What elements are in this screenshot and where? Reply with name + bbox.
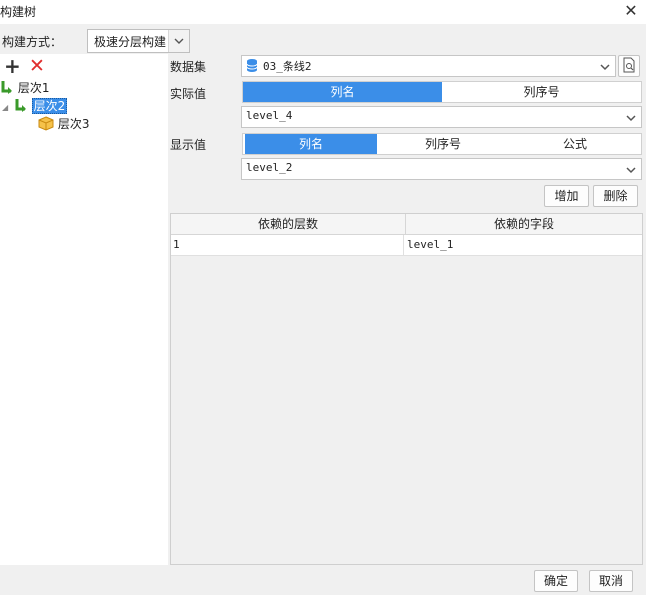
column-header-level[interactable]: 依赖的层数	[171, 214, 406, 235]
tree-node-label: 层次2	[31, 98, 68, 114]
actual-value-field-select[interactable]: level_4	[241, 106, 642, 128]
tab-column-index[interactable]: 列序号	[377, 134, 509, 154]
display-value-type-switch: 列名 列序号 公式	[242, 133, 642, 155]
close-icon[interactable]: ✕	[623, 0, 639, 22]
add-level-icon[interactable]: +	[4, 56, 21, 76]
column-header-field[interactable]: 依赖的字段	[406, 214, 642, 235]
tab-column-name[interactable]: 列名	[245, 134, 377, 154]
database-icon	[245, 58, 259, 76]
tab-column-name[interactable]: 列名	[243, 82, 442, 102]
delete-dependency-button[interactable]: 删除	[593, 185, 638, 207]
dataset-preview-button[interactable]	[618, 55, 640, 77]
ok-button[interactable]: 确定	[534, 570, 578, 592]
actual-value-field: level_4	[246, 109, 293, 122]
dataset-label: 数据集	[170, 60, 207, 74]
dataset-select[interactable]: 03_条线2	[241, 55, 616, 77]
display-value-field-select[interactable]: level_2	[241, 158, 642, 180]
table-row[interactable]: 1 level_1	[171, 235, 642, 256]
build-mode-select[interactable]: 极速分层构建	[87, 29, 190, 53]
tree-node-level-1[interactable]: 层次1	[0, 80, 49, 96]
tab-column-index[interactable]: 列序号	[442, 82, 641, 102]
display-value-field: level_2	[246, 161, 293, 174]
tree-node-level-3[interactable]: 层次3	[38, 116, 89, 132]
actual-value-type-switch: 列名 列序号	[242, 81, 642, 103]
tab-formula[interactable]: 公式	[509, 134, 641, 154]
cell-level[interactable]: 1	[173, 235, 404, 255]
display-value-label: 显示值	[170, 138, 207, 152]
level-icon	[0, 81, 18, 95]
tree-node-label: 层次3	[57, 117, 90, 131]
chevron-down-icon[interactable]	[625, 164, 637, 178]
delete-level-icon[interactable]: ✕	[29, 57, 45, 76]
chevron-down-icon[interactable]	[625, 112, 637, 126]
chevron-down-icon[interactable]	[599, 61, 611, 75]
dependency-table: 依赖的层数 依赖的字段 1 level_1	[170, 213, 643, 565]
cube-icon	[38, 116, 58, 131]
expand-toggle-icon[interactable]: ◢	[2, 100, 10, 116]
actual-value-label: 实际值	[170, 87, 207, 101]
preview-icon	[622, 57, 636, 73]
add-dependency-button[interactable]: 增加	[544, 185, 589, 207]
build-mode-value: 极速分层构建	[94, 35, 167, 49]
tree-node-level-2[interactable]: ◢ 层次2	[2, 98, 68, 116]
dataset-value: 03_条线2	[263, 60, 312, 73]
tree-node-label: 层次1	[17, 81, 50, 95]
chevron-down-icon[interactable]	[168, 30, 189, 52]
title-bar	[0, 0, 646, 24]
cell-field[interactable]: level_1	[407, 235, 637, 255]
cancel-button[interactable]: 取消	[589, 570, 633, 592]
window-title: 构建树	[0, 5, 37, 19]
build-mode-label: 构建方式：	[2, 35, 63, 49]
level-icon	[14, 99, 32, 113]
